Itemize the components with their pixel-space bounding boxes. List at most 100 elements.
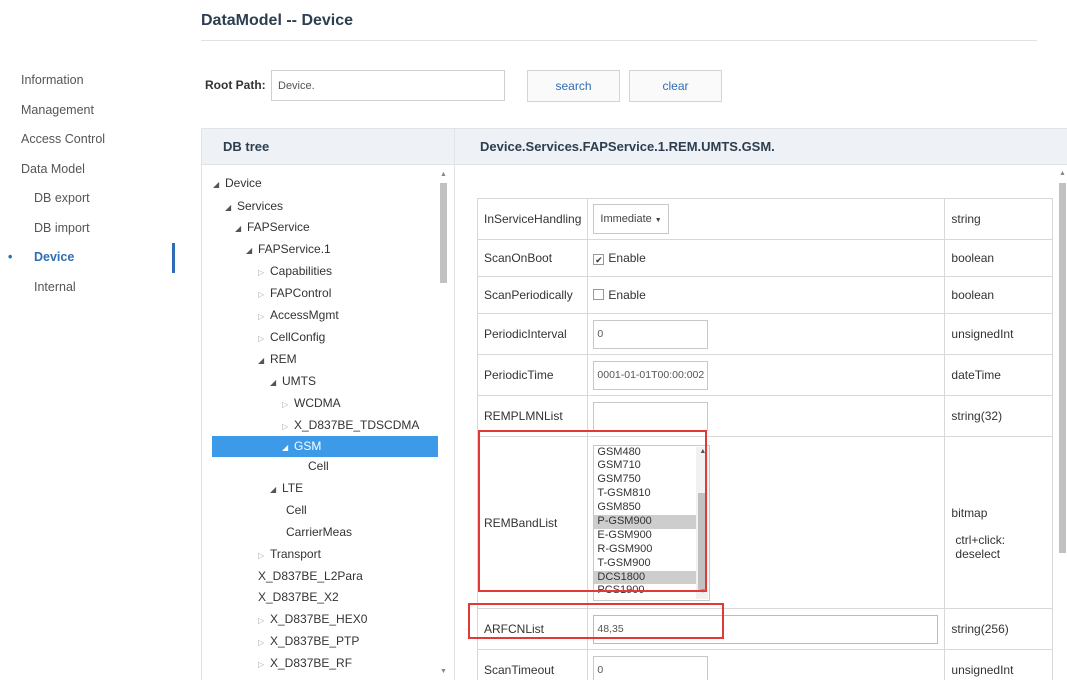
param-type: boolean xyxy=(944,239,1054,277)
db-tree-header: DB tree xyxy=(201,128,454,165)
nav-item-label: Information xyxy=(21,73,84,87)
tree-node[interactable]: ▷ WCDMA xyxy=(282,393,341,414)
tree-node-label: UMTS xyxy=(282,374,316,388)
tree-node-label: Device xyxy=(225,176,262,190)
clear-button[interactable]: clear xyxy=(629,70,722,102)
tree-node-label: X_D837BE_X2 xyxy=(258,590,339,604)
tree-node[interactable]: ◢ Device xyxy=(213,173,262,194)
tree-node-label: X_D837BE_PTP xyxy=(270,634,360,648)
nav-item[interactable]: DB export xyxy=(0,184,175,214)
expanded-arrow-icon[interactable]: ◢ xyxy=(246,240,258,261)
nav-item[interactable]: Information xyxy=(0,66,175,96)
tree-scrollbar[interactable]: ▲ ▼ xyxy=(438,169,449,680)
panel-divider xyxy=(454,128,455,680)
table-row: PeriodicInterval unsignedInt xyxy=(476,313,1054,355)
collapsed-arrow-icon[interactable]: ▷ xyxy=(282,394,294,415)
tree-node[interactable]: ▷ CellConfig xyxy=(258,327,325,348)
tree-node[interactable]: Cell xyxy=(308,456,329,477)
tree-node[interactable]: ◢ FAPService xyxy=(235,217,310,238)
tree-node-label: X_D837BE_L2Para xyxy=(258,569,363,583)
tree-node[interactable]: ▷ X_D837BE_PTP xyxy=(258,631,359,652)
collapsed-arrow-icon[interactable]: ▷ xyxy=(258,610,270,631)
scroll-up-icon[interactable]: ▲ xyxy=(1059,170,1066,177)
rem-plmn-list-input[interactable] xyxy=(593,401,709,431)
detail-scrollbar[interactable]: ▲ xyxy=(1058,169,1067,680)
tree-node[interactable]: ◢ FAPService.1 xyxy=(246,239,331,260)
tree-node[interactable]: ▷ FAPControl xyxy=(258,283,331,304)
tree-node[interactable]: ▷ X_D837BE_TDSCDMA xyxy=(282,415,419,436)
periodic-interval-input[interactable] xyxy=(593,319,709,349)
param-type: dateTime xyxy=(944,354,1054,396)
collapsed-arrow-icon[interactable]: ▷ xyxy=(258,632,270,653)
scroll-up-icon[interactable]: ▲ xyxy=(440,171,447,178)
nav-item[interactable]: • Device xyxy=(0,243,175,273)
tree-node[interactable]: ◢ GSM xyxy=(212,436,438,457)
select-value: Immediate xyxy=(600,213,652,225)
nav-item[interactable]: Data Model xyxy=(0,155,175,185)
tree-node[interactable]: ◢ Services xyxy=(225,196,283,217)
nav-item-label: Device xyxy=(34,250,75,264)
scan-on-boot-checkbox[interactable]: ✔ xyxy=(593,254,605,265)
param-type: string(32) xyxy=(944,395,1054,437)
nav-item-label: Data Model xyxy=(21,161,85,176)
tree-node[interactable]: Cell xyxy=(286,500,307,521)
param-value: Immediate ▼ xyxy=(587,198,946,240)
collapsed-arrow-icon[interactable]: ▷ xyxy=(258,306,270,327)
scroll-down-icon[interactable]: ▼ xyxy=(440,668,447,675)
nav-item[interactable]: DB import xyxy=(0,214,175,244)
tree-node-label: X_D837BE_HEX0 xyxy=(270,612,368,626)
periodic-time-input[interactable] xyxy=(593,360,709,390)
tree-node[interactable]: X_D837BE_X2 xyxy=(258,587,339,608)
expanded-arrow-icon[interactable]: ◢ xyxy=(270,479,282,500)
expanded-arrow-icon[interactable]: ◢ xyxy=(282,437,294,458)
tree-node[interactable]: X_D837BE_L2Para xyxy=(258,566,363,587)
param-name: InServiceHandling xyxy=(476,198,589,240)
collapsed-arrow-icon[interactable]: ▷ xyxy=(282,416,294,437)
table-row: PeriodicTime dateTime xyxy=(476,354,1054,396)
table-row: ScanTimeout unsignedInt xyxy=(476,649,1054,680)
nav-item-label: DB import xyxy=(34,220,90,235)
expanded-arrow-icon[interactable]: ◢ xyxy=(270,372,282,393)
nav-item[interactable]: Internal xyxy=(0,273,175,303)
tree-node[interactable]: ▷ Capabilities xyxy=(258,261,332,282)
tree-node[interactable]: ▷ AccessMgmt xyxy=(258,305,339,326)
collapsed-arrow-icon[interactable]: ▷ xyxy=(258,284,270,305)
tree-node[interactable]: ▷ X_D837BE_HEX0 xyxy=(258,609,367,630)
tree-node-label: Capabilities xyxy=(270,264,333,278)
tree-node[interactable]: ▷ Transport xyxy=(258,544,321,565)
tree-node-label: REM xyxy=(270,352,297,366)
collapsed-arrow-icon[interactable]: ▷ xyxy=(258,262,270,283)
page-title: DataModel -- Device xyxy=(201,12,354,29)
param-value xyxy=(587,313,946,355)
tree-node[interactable]: ◢ REM xyxy=(258,349,297,370)
tree-node[interactable]: ◢ LTE xyxy=(270,478,303,499)
param-type-label: bitmap xyxy=(951,506,988,520)
scan-periodically-checkbox[interactable] xyxy=(593,289,605,300)
tree-node-label: AccessMgmt xyxy=(270,308,339,322)
tree-node[interactable]: ▷ X_D837BE_RF xyxy=(258,653,352,674)
tree-node[interactable]: CarrierMeas xyxy=(286,522,352,543)
param-type: string xyxy=(944,198,1054,240)
expanded-arrow-icon[interactable]: ◢ xyxy=(225,197,237,218)
collapsed-arrow-icon[interactable]: ▷ xyxy=(258,654,270,675)
detail-scrollbar-thumb[interactable] xyxy=(1059,183,1066,553)
in-service-handling-select[interactable]: Immediate ▼ xyxy=(593,204,669,234)
expanded-arrow-icon[interactable]: ◢ xyxy=(258,350,270,371)
tree-node-label: FAPService.1 xyxy=(258,242,331,256)
expanded-arrow-icon[interactable]: ◢ xyxy=(213,174,225,195)
tree-scrollbar-thumb[interactable] xyxy=(440,183,447,283)
param-type: bitmap ctrl+click: deselect xyxy=(944,436,1054,609)
param-value: ✔ Enable xyxy=(587,239,946,277)
nav-item[interactable]: Management xyxy=(0,96,175,126)
expanded-arrow-icon[interactable]: ◢ xyxy=(235,218,247,239)
param-name: PeriodicTime xyxy=(476,354,589,396)
scan-timeout-input[interactable] xyxy=(593,655,709,680)
tree-node-label: WCDMA xyxy=(294,396,341,410)
search-button[interactable]: search xyxy=(527,70,620,102)
collapsed-arrow-icon[interactable]: ▷ xyxy=(258,328,270,349)
nav-item[interactable]: Access Control xyxy=(0,125,175,155)
table-row: ScanPeriodically Enable boolean xyxy=(476,276,1054,314)
tree-node[interactable]: ◢ UMTS xyxy=(270,371,316,392)
root-path-input[interactable] xyxy=(271,70,505,101)
collapsed-arrow-icon[interactable]: ▷ xyxy=(258,545,270,566)
